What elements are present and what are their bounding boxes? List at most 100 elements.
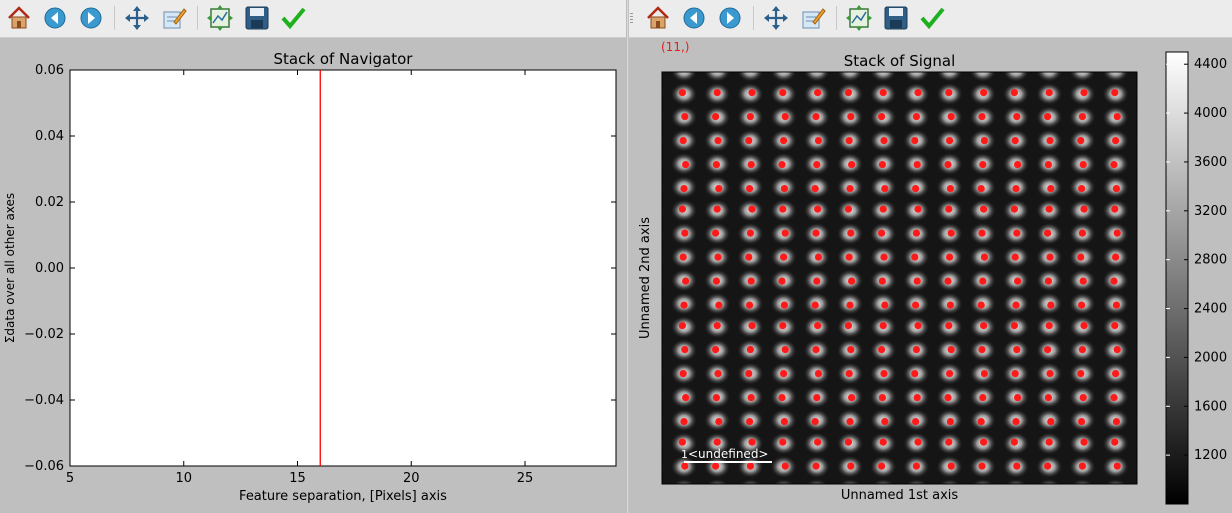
peak-marker <box>1112 185 1120 193</box>
peak-marker <box>846 185 854 193</box>
peak-marker <box>747 161 755 169</box>
x-tick-label: 20 <box>403 471 420 486</box>
atom-column <box>662 414 664 426</box>
y-axis-label: Σdata over all other axes <box>3 193 17 343</box>
peak-marker <box>978 462 986 470</box>
peak-marker <box>748 205 756 213</box>
peak-marker <box>947 346 955 354</box>
image-area <box>662 72 1137 484</box>
peak-marker <box>1010 322 1018 330</box>
peak-marker <box>880 137 888 145</box>
peak-marker <box>748 438 756 446</box>
peak-marker <box>946 418 954 426</box>
colorbar-tick-label: 1600 <box>1194 399 1227 414</box>
peak-marker <box>713 322 721 330</box>
peak-marker <box>814 205 822 213</box>
atom-column <box>739 479 762 484</box>
atom-column <box>671 72 697 82</box>
pan-icon[interactable] <box>123 4 151 32</box>
peak-marker <box>714 253 722 261</box>
peak-marker <box>813 161 821 169</box>
atom-column <box>737 72 764 82</box>
atom-column <box>662 88 664 100</box>
peak-marker <box>1045 438 1053 446</box>
peak-marker <box>844 89 852 97</box>
edit-axes-icon[interactable] <box>206 4 234 32</box>
peak-marker <box>779 322 787 330</box>
atom-column <box>971 479 994 484</box>
atom-column <box>1071 479 1094 484</box>
peak-marker <box>1047 185 1055 193</box>
peak-marker <box>680 418 688 426</box>
back-icon[interactable] <box>41 4 69 32</box>
colorbar-tick-label: 2000 <box>1194 350 1227 365</box>
colorbar-tick-label: 3600 <box>1194 155 1227 170</box>
peak-marker <box>745 137 753 145</box>
peak-marker <box>879 322 887 330</box>
peak-marker <box>880 370 888 378</box>
y-tick-label: 0.06 <box>35 63 64 78</box>
atom-column <box>662 135 664 147</box>
peak-marker <box>1046 370 1054 378</box>
peak-marker <box>1078 462 1086 470</box>
navigator-toolbar <box>0 0 626 38</box>
peak-marker <box>847 462 855 470</box>
y-tick-label: −0.02 <box>24 327 64 342</box>
peak-marker <box>812 346 820 354</box>
peak-marker <box>811 418 819 426</box>
save-icon[interactable] <box>243 4 271 32</box>
peak-marker <box>1014 161 1022 169</box>
peak-marker <box>712 394 720 402</box>
peak-marker <box>913 277 921 285</box>
colorbar-tick-label: 1200 <box>1194 448 1227 463</box>
peak-marker <box>1077 370 1085 378</box>
peak-marker <box>747 394 755 402</box>
peak-marker <box>946 137 954 145</box>
peak-marker <box>746 229 754 237</box>
forward-icon[interactable] <box>77 4 105 32</box>
peak-marker <box>1045 322 1053 330</box>
plot-area <box>69 69 617 467</box>
peak-marker <box>1078 229 1086 237</box>
peak-marker <box>712 277 720 285</box>
x-tick-label: 15 <box>289 471 306 486</box>
peak-marker <box>814 322 822 330</box>
peak-marker <box>1010 205 1018 213</box>
chart-title: Stack of Navigator <box>274 50 414 68</box>
peak-marker <box>1013 229 1021 237</box>
atom-column <box>1005 479 1027 484</box>
atom-column <box>673 479 695 484</box>
peak-marker <box>780 370 788 378</box>
peak-marker <box>1044 394 1052 402</box>
peak-marker <box>1078 185 1086 193</box>
peak-marker <box>1011 253 1019 261</box>
scalebar-value: 1 <box>681 448 688 461</box>
peak-marker <box>746 301 754 309</box>
peak-marker <box>682 161 690 169</box>
atom-column <box>1135 462 1137 472</box>
x-tick-label: 5 <box>66 471 74 486</box>
atom-column <box>1135 182 1137 192</box>
peak-marker <box>1079 277 1087 285</box>
peak-marker <box>1112 370 1120 378</box>
peak-marker <box>1113 462 1121 470</box>
home-icon[interactable] <box>5 4 33 32</box>
peak-marker <box>1080 205 1088 213</box>
peak-marker <box>713 89 721 97</box>
configure-icon[interactable] <box>160 4 188 32</box>
peak-marker <box>912 229 920 237</box>
check-icon[interactable] <box>279 4 307 32</box>
peak-marker <box>681 346 689 354</box>
peak-marker <box>878 229 886 237</box>
peak-marker <box>745 253 753 261</box>
y-tick-label: −0.06 <box>24 459 64 474</box>
peak-marker <box>912 462 920 470</box>
peak-marker <box>946 185 954 193</box>
x-tick-label: 25 <box>517 471 534 486</box>
peak-marker <box>780 253 788 261</box>
peak-marker <box>944 277 952 285</box>
atom-column <box>1135 72 1137 76</box>
peak-marker <box>1044 161 1052 169</box>
peak-marker <box>746 418 754 426</box>
peak-marker <box>1113 113 1121 121</box>
